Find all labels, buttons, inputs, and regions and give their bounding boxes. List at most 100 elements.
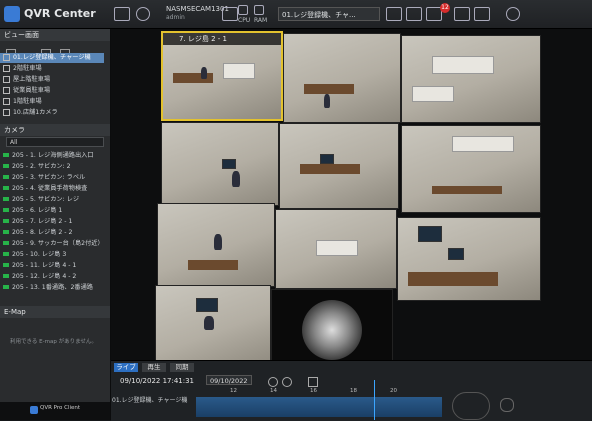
camera-item-label: 205 - 9. サッカー台（島2付近） — [12, 240, 104, 247]
power-icon[interactable] — [506, 7, 520, 21]
camera-item[interactable]: 205 - 12. レジ島 4 - 2 — [0, 272, 104, 282]
playback-control-icon[interactable] — [500, 398, 514, 412]
view-item-label: 2階駐車場 — [13, 65, 42, 72]
tab-sync[interactable]: 同期 — [170, 363, 194, 372]
tab-playback[interactable]: 再生 — [142, 363, 166, 372]
timeline-cursor[interactable] — [374, 380, 375, 420]
camera-status-icon — [3, 230, 9, 234]
zoom-out-icon[interactable] — [282, 377, 292, 387]
view-item-label: 1階駐車場 — [13, 98, 42, 105]
date-picker[interactable]: 09/10/2022 — [206, 375, 252, 385]
camera-item-label: 205 - 7. レジ島 2 - 1 — [12, 218, 73, 225]
app-logo-icon — [4, 6, 20, 22]
timeline-tick: 18 — [350, 388, 357, 394]
views-header[interactable]: ビュー画面 — [0, 29, 110, 41]
views-toolbar — [2, 42, 106, 57]
camera-status-icon — [3, 153, 9, 157]
emap-empty-message: 利用できる E-map がありません。 — [10, 339, 97, 345]
view-selector[interactable]: 01.レジ登録機、チャ... — [278, 7, 380, 21]
view-item[interactable]: 従業員駐車場 — [0, 86, 104, 96]
recording-bar[interactable] — [196, 397, 442, 417]
camera-item[interactable]: 205 - 7. レジ島 2 - 1 — [0, 217, 104, 227]
camera-item[interactable]: 205 - 6. レジ島 1 — [0, 206, 104, 216]
timeline-camera-label: 01.レジ登録機、チャージ機 — [112, 397, 188, 404]
camera-item-label: 205 - 11. レジ島 4 - 1 — [12, 262, 77, 269]
view-item[interactable]: 1階駐車場 — [0, 97, 104, 107]
camera-item-label: 205 - 6. レジ島 1 — [12, 207, 63, 214]
camera-item-label: 205 - 5. サビカン: レジ — [12, 196, 80, 203]
camera-filter-select[interactable]: All — [6, 137, 104, 147]
camera-status-icon — [3, 186, 9, 190]
camera-item[interactable]: 205 - 11. レジ島 4 - 1 — [0, 261, 104, 271]
settings-icon[interactable] — [454, 7, 470, 21]
tab-live[interactable]: ライブ — [114, 363, 138, 372]
camera-tile[interactable] — [275, 209, 397, 289]
camera-item[interactable]: 205 - 4. 従業員手荷物検査 — [0, 184, 104, 194]
view-item[interactable]: 01.レジ登録機、チャージ機 — [0, 53, 104, 63]
camera-item-label: 205 - 10. レジ島 3 — [12, 251, 67, 258]
camera-status-icon — [3, 219, 9, 223]
camera-item[interactable]: 205 - 13. 1番通路、2番通路 — [0, 283, 104, 293]
camera-tile-selected[interactable]: 7. レジ島 2 - 1 — [161, 31, 283, 121]
nas-user: admin — [166, 14, 185, 21]
view-icon — [3, 75, 10, 83]
camera-item[interactable]: 205 - 5. サビカン: レジ — [0, 195, 104, 205]
camera-status-icon — [3, 197, 9, 201]
camera-tile[interactable] — [401, 35, 541, 123]
emap-header[interactable]: E-Map — [0, 306, 110, 318]
qvr-client-icon[interactable] — [30, 406, 38, 414]
nas-name: NASMSECAM1301 — [166, 5, 229, 13]
app-title: QVR Center — [24, 7, 96, 20]
camera-tile[interactable] — [283, 33, 401, 123]
fisheye-view — [302, 300, 362, 360]
ram-icon — [254, 5, 264, 15]
export-icon[interactable] — [308, 377, 318, 387]
view-item-label: 01.レジ登録機、チャージ機 — [13, 54, 91, 61]
view-item[interactable]: 2階駐車場 — [0, 64, 104, 74]
view-icon — [3, 97, 10, 105]
storage-icon[interactable] — [114, 7, 130, 21]
camera-status-icon — [3, 241, 9, 245]
timeline-tick: 14 — [270, 388, 277, 394]
camera-item-label: 205 - 3. サビカン: ラベル — [12, 174, 86, 181]
view-item[interactable]: 屋上階駐車場 — [0, 75, 104, 85]
camera-item[interactable]: 205 - 10. レジ島 3 — [0, 250, 104, 260]
view-item-label: 従業員駐車場 — [13, 87, 51, 94]
camera-status-icon — [3, 252, 9, 256]
home-icon[interactable] — [406, 7, 422, 21]
user-icon[interactable] — [136, 7, 150, 21]
grid-icon[interactable] — [474, 7, 490, 21]
camera-tile[interactable] — [157, 203, 275, 287]
view-item-label: 10.店舗1カメラ — [13, 109, 58, 116]
camera-item-label: 205 - 8. レジ島 2 - 2 — [12, 229, 73, 236]
camera-tile[interactable] — [401, 125, 541, 213]
view-item[interactable]: 10.店舗1カメラ — [0, 108, 104, 118]
view-icon — [3, 108, 10, 116]
monitor-icon[interactable] — [222, 7, 238, 21]
views-header-label: ビュー画面 — [4, 31, 39, 39]
timeline-tick: 16 — [310, 388, 317, 394]
camera-item[interactable]: 205 - 8. レジ島 2 - 2 — [0, 228, 104, 238]
ptz-control-icon[interactable] — [452, 392, 490, 420]
view-icon — [3, 53, 10, 61]
layout-icon[interactable] — [386, 7, 402, 21]
camera-status-icon — [3, 164, 9, 168]
camera-tile[interactable] — [397, 217, 541, 301]
taskbar-app-label[interactable]: QVR Pro Client — [40, 405, 80, 411]
camera-tile[interactable] — [161, 122, 279, 206]
camera-item[interactable]: 205 - 1. レジ海側通路出入口 — [0, 151, 104, 161]
camera-tile[interactable] — [279, 123, 399, 209]
cameras-header[interactable]: カメラ — [0, 124, 110, 136]
view-item-label: 屋上階駐車場 — [13, 76, 51, 83]
camera-item[interactable]: 205 - 3. サビカン: ラベル — [0, 173, 104, 183]
notification-badge: 12 — [440, 3, 450, 13]
cameras-header-label: カメラ — [4, 126, 25, 134]
current-datetime: 09/10/2022 17:41:31 — [120, 377, 195, 385]
camera-item[interactable]: 205 - 2. サビカン: 2 — [0, 162, 104, 172]
cpu-icon — [238, 5, 248, 15]
emap-header-label: E-Map — [4, 308, 26, 316]
camera-tile[interactable] — [155, 285, 271, 369]
camera-item[interactable]: 205 - 9. サッカー台（島2付近） — [0, 239, 104, 249]
ram-label: RAM — [254, 17, 268, 24]
zoom-in-icon[interactable] — [268, 377, 278, 387]
